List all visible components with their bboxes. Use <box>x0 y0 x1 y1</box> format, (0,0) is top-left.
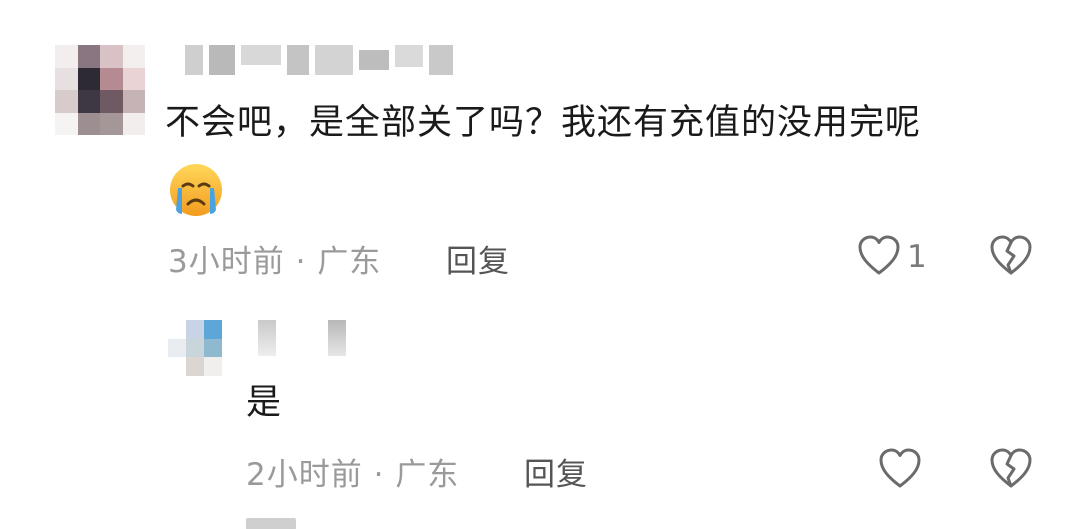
reply-username-blurred[interactable] <box>258 320 346 356</box>
comment-location: 广东 <box>317 244 382 280</box>
reply-reply-button[interactable]: 回复 <box>524 449 588 494</box>
dislike-button[interactable] <box>989 234 1033 280</box>
heart-icon <box>878 447 922 493</box>
meta-separator: · <box>295 244 307 280</box>
reply-avatar[interactable] <box>168 320 222 376</box>
reply-dislike-button[interactable] <box>989 447 1033 493</box>
comment-meta: 3小时前 · 广东 <box>168 236 381 281</box>
crying-face-emoji <box>168 162 224 218</box>
username-blurred[interactable] <box>185 45 453 75</box>
avatar[interactable] <box>55 45 145 135</box>
broken-heart-icon <box>989 447 1033 493</box>
heart-icon <box>857 234 901 280</box>
truncated-next-item <box>246 512 306 529</box>
meta-separator: · <box>373 457 385 493</box>
broken-heart-icon <box>989 234 1033 280</box>
reply-button[interactable]: 回复 <box>446 236 510 281</box>
like-button[interactable]: 1 <box>857 234 927 280</box>
reply-text: 是 <box>246 383 283 423</box>
reply-time: 2小时前 <box>246 457 363 493</box>
reply-meta: 2小时前 · 广东 <box>246 449 459 494</box>
comment-text: 不会吧，是全部关了吗？我还有充值的没用完呢 <box>165 103 922 143</box>
reply-like-button[interactable] <box>878 447 922 493</box>
comment-time: 3小时前 <box>168 244 285 280</box>
reply-location: 广东 <box>395 457 460 493</box>
like-count: 1 <box>907 239 927 275</box>
